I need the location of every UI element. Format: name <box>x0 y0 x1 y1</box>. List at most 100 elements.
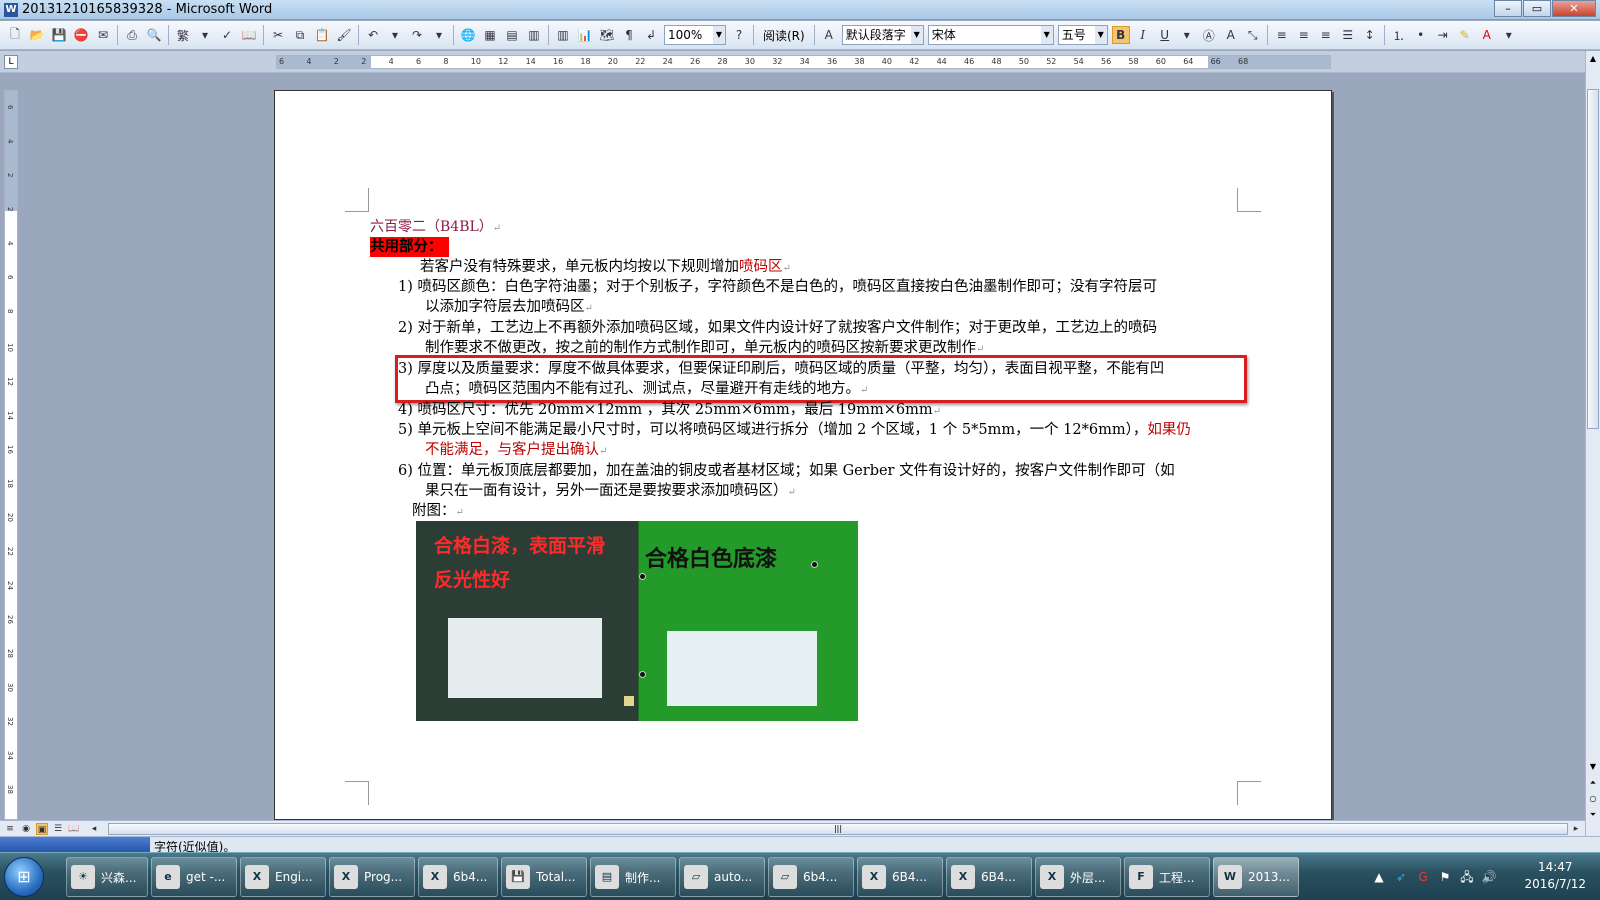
taskbar-item[interactable]: X 外层... <box>1035 857 1121 897</box>
format-painter-icon[interactable]: 🖌 <box>335 26 353 44</box>
bullets-icon[interactable]: • <box>1412 26 1430 44</box>
indent-icon[interactable]: ⇥ <box>1434 26 1452 44</box>
styles-icon[interactable]: A <box>820 26 838 44</box>
scroll-left-icon[interactable]: ◂ <box>88 823 100 835</box>
help-icon[interactable]: ? <box>730 26 748 44</box>
taskbar-item[interactable]: ▱ auto... <box>679 857 765 897</box>
new-document-icon[interactable]: 🗋 <box>6 26 24 44</box>
underline-dropdown-icon[interactable]: ▾ <box>1178 26 1196 44</box>
normal-view-icon[interactable]: ≡ <box>4 823 16 835</box>
research-icon[interactable]: 📖 <box>240 26 258 44</box>
font-color-icon[interactable]: A <box>1478 26 1496 44</box>
align-left-icon[interactable]: ≡ <box>1273 26 1291 44</box>
open-icon[interactable]: 📂 <box>28 26 46 44</box>
char-shading-icon[interactable]: A <box>1222 26 1240 44</box>
paste-icon[interactable]: 📋 <box>313 26 331 44</box>
taskbar-item[interactable]: ▤ 制作... <box>590 857 676 897</box>
show-hide-icon[interactable]: ¶ <box>620 26 638 44</box>
hyperlink-icon[interactable]: 🌐 <box>459 26 477 44</box>
char-scale-icon[interactable]: ⤡ <box>1244 26 1262 44</box>
numbering-icon[interactable]: ⒈ <box>1390 26 1408 44</box>
taskbar-item[interactable]: W 2013... <box>1213 857 1299 897</box>
clock[interactable]: 14:47 2016/7/12 <box>1524 859 1586 893</box>
show-hidden-icon[interactable]: ▲ <box>1371 869 1387 885</box>
network-app-icon[interactable]: ➶ <box>1393 869 1409 885</box>
italic-button[interactable]: I <box>1134 26 1152 44</box>
show-formatting-icon[interactable]: ↲ <box>642 26 660 44</box>
taskbar-item[interactable]: 💾 Total... <box>501 857 587 897</box>
taskbar-item[interactable]: X Prog... <box>329 857 415 897</box>
read-button[interactable]: 阅读(R) <box>759 27 809 44</box>
email-icon[interactable]: ✉ <box>94 26 112 44</box>
action-center-flag-icon[interactable]: ⚑ <box>1437 869 1453 885</box>
outline-view-icon[interactable]: ☰ <box>52 823 64 835</box>
antivirus-icon[interactable]: G <box>1415 869 1431 885</box>
document-page[interactable]: 六百零二（B4BL）↵ 共用部分： 若客户没有特殊要求，单元板内均按以下规则增加… <box>274 90 1332 820</box>
print-preview-icon[interactable]: 🔍 <box>145 26 163 44</box>
zoom-select[interactable]: 100% ▼ <box>664 25 726 45</box>
prev-page-icon[interactable]: ⏶ <box>1587 777 1599 789</box>
maximize-button[interactable]: ▭ <box>1523 0 1551 17</box>
start-button[interactable]: ⊞ <box>4 857 44 897</box>
volume-icon[interactable]: 🔊 <box>1481 869 1497 885</box>
tab-selector[interactable]: L <box>4 55 18 69</box>
save-icon[interactable]: 💾 <box>50 26 68 44</box>
next-page-icon[interactable]: ⏷ <box>1587 809 1599 821</box>
ruler-tick-label: 64 <box>1183 57 1194 66</box>
horizontal-scroll-thumb[interactable]: ||| <box>108 823 1568 835</box>
permission-icon[interactable]: ⛔ <box>72 26 90 44</box>
font-select[interactable]: 宋体 ▼ <box>927 25 1054 45</box>
copy-icon[interactable]: ⧉ <box>291 26 309 44</box>
taskbar-item[interactable]: X Engi... <box>240 857 326 897</box>
scroll-down-icon[interactable]: ▼ <box>1587 761 1599 773</box>
taskbar-item[interactable]: X 6B4... <box>857 857 943 897</box>
align-right-icon[interactable]: ≡ <box>1317 26 1335 44</box>
taskbar-item[interactable]: ▱ 6b4... <box>768 857 854 897</box>
spelling-icon[interactable]: ✓ <box>218 26 236 44</box>
close-button[interactable]: ✕ <box>1552 0 1596 17</box>
scroll-right-icon[interactable]: ▸ <box>1570 823 1582 835</box>
scroll-up-icon[interactable]: ▲ <box>1587 53 1599 65</box>
redo-icon[interactable]: ↷ <box>408 26 426 44</box>
toolbar-options-icon[interactable]: ▾ <box>1500 26 1518 44</box>
traditional-chinese-icon[interactable]: 繁 <box>174 26 192 44</box>
columns-icon[interactable]: ▥ <box>554 26 572 44</box>
undo-dropdown-icon[interactable]: ▾ <box>386 26 404 44</box>
taskbar-item[interactable]: ☀ 兴森... <box>66 857 148 897</box>
taskbar-item[interactable]: e get -... <box>151 857 237 897</box>
reading-view-icon[interactable]: 📖 <box>68 823 80 835</box>
browse-object-icon[interactable]: ○ <box>1587 793 1599 805</box>
vertical-ruler[interactable]: 6 4 2 2 4 6 8 10 12 14 16 18 20 22 24 26 28 30 32 34 38 <box>4 90 18 820</box>
align-center-icon[interactable]: ≡ <box>1295 26 1313 44</box>
char-border-icon[interactable]: Ⓐ <box>1200 26 1218 44</box>
taskbar-item[interactable]: F 工程... <box>1124 857 1210 897</box>
undo-icon[interactable]: ↶ <box>364 26 382 44</box>
tables-borders-icon[interactable]: ▦ <box>481 26 499 44</box>
network-icon[interactable]: 🖧 <box>1459 869 1475 885</box>
bold-button[interactable]: B <box>1111 26 1130 44</box>
taskbar-item[interactable]: X 6b4... <box>418 857 498 897</box>
attached-figure[interactable]: 合格白漆，表面平滑 反光性好 合格白色底漆 <box>416 521 858 721</box>
insert-table-icon[interactable]: ▤ <box>503 26 521 44</box>
cut-icon[interactable]: ✂ <box>269 26 287 44</box>
print-icon[interactable]: ⎙ <box>123 26 141 44</box>
convert-icon[interactable]: ▾ <box>196 26 214 44</box>
document-map-icon[interactable]: 🗺 <box>598 26 616 44</box>
underline-button[interactable]: U <box>1156 26 1174 44</box>
taskbar-item[interactable]: X 6B4... <box>946 857 1032 897</box>
justify-icon[interactable]: ☰ <box>1339 26 1357 44</box>
horizontal-ruler[interactable]: 6 4 2 2 4 6 8 10 12 14 16 18 20 22 24 26 28 30 32 34 36 38 40 4… <box>276 55 1331 69</box>
line-spacing-icon[interactable]: ↕ <box>1361 26 1379 44</box>
horizontal-scrollbar[interactable]: ≡ ◉ ▣ ☰ 📖 ◂ ||| ▸ <box>0 820 1585 836</box>
font-size-select[interactable]: 五号 ▼ <box>1057 25 1108 45</box>
vertical-scroll-thumb[interactable] <box>1587 89 1599 429</box>
web-view-icon[interactable]: ◉ <box>20 823 32 835</box>
vertical-scrollbar[interactable]: ▲ ▼ ⏶ ○ ⏷ <box>1585 51 1600 836</box>
minimize-button[interactable]: – <box>1494 0 1522 17</box>
insert-excel-icon[interactable]: ▥ <box>525 26 543 44</box>
style-select[interactable]: 默认段落字 ▼ <box>841 25 924 45</box>
redo-dropdown-icon[interactable]: ▾ <box>430 26 448 44</box>
highlight-icon[interactable]: ✎ <box>1456 26 1474 44</box>
print-layout-icon[interactable]: ▣ <box>36 823 48 835</box>
drawing-icon[interactable]: 📊 <box>576 26 594 44</box>
